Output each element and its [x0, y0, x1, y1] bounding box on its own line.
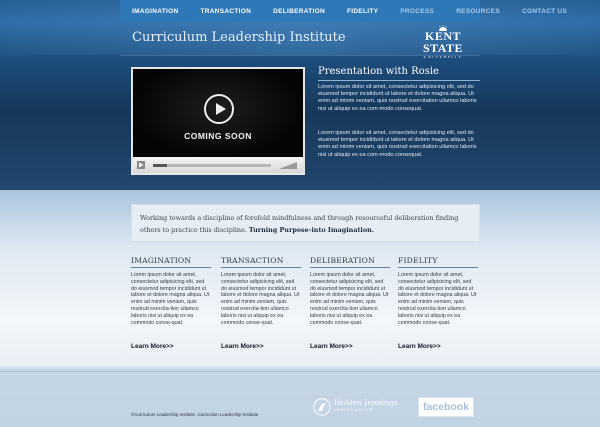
- footer-divider: [0, 371, 600, 372]
- nav-item-deliberation[interactable]: DELIBERATION: [261, 8, 325, 15]
- column-body: Lorem ipsum dolor sit amet, consectetur …: [221, 272, 300, 326]
- progress-fill: [153, 164, 168, 167]
- learn-more-fidelity-link[interactable]: Learn More>>: [398, 343, 441, 350]
- facebook-button[interactable]: facebook: [418, 397, 474, 417]
- page: IMAGINATION TRANSACTION DELIBERATION FID…: [0, 0, 600, 427]
- column-title: IMAGINATION: [131, 256, 211, 268]
- video-controls: [133, 157, 303, 173]
- nav-item-contact-us[interactable]: CONTACT US: [510, 8, 567, 15]
- nav-item-transaction[interactable]: TRANSACTION: [189, 8, 252, 15]
- column-body: Lorem ipsum dolor sit amet, consectetur …: [398, 272, 477, 326]
- column-transaction: TRANSACTION Lorem ipsum dolor sit amet, …: [221, 256, 301, 326]
- progress-track[interactable]: [153, 164, 271, 167]
- kent-state-sun-icon: [439, 25, 447, 31]
- nav-item-imagination[interactable]: IMAGINATION: [120, 8, 179, 15]
- presentation-paragraph: Lorem ipsum dolor sit amet, consectetur …: [318, 84, 477, 112]
- nav-item-process[interactable]: PROCESS: [388, 8, 434, 15]
- learn-more-transaction-link[interactable]: Learn More>>: [221, 343, 264, 350]
- nav-item-resources[interactable]: RESOURCES: [444, 8, 500, 15]
- mission-quote: Working towards a discipline of forefold…: [140, 212, 476, 236]
- video-player[interactable]: COMING SOON: [131, 67, 305, 175]
- holden-jennings-logo-icon[interactable]: [313, 398, 331, 416]
- learn-more-deliberation-link[interactable]: Learn More>>: [310, 343, 353, 350]
- kent-state-logo[interactable]: KENT STATE UNIVERSITY: [408, 25, 478, 59]
- nav-item-fidelity[interactable]: FIDELITY: [335, 8, 378, 15]
- main-nav: IMAGINATION TRANSACTION DELIBERATION FID…: [120, 0, 567, 22]
- column-title: DELIBERATION: [310, 256, 390, 268]
- site-title[interactable]: Curriculum Leadership Institute: [132, 30, 346, 45]
- presentation-title: Presentation with Rosie: [318, 66, 480, 81]
- play-button[interactable]: [204, 94, 234, 124]
- column-title: FIDELITY: [398, 256, 478, 268]
- quote-emphasis: Turning Purpose-into Imagination.: [248, 226, 374, 234]
- column-body: Lorem ipsum dolor sit amet, consectetur …: [310, 272, 389, 326]
- column-title: TRANSACTION: [221, 256, 301, 268]
- play-icon: [216, 103, 226, 115]
- column-imagination: IMAGINATION Lorem ipsum dolor sit amet, …: [131, 256, 211, 326]
- quote-box: Working towards a discipline of forefold…: [131, 204, 480, 242]
- learn-more-imagination-link[interactable]: Learn More>>: [131, 343, 174, 350]
- partner-tagline: INNOVATIVE: [334, 407, 374, 412]
- column-body: Lorem ipsum dolor sit amet, consectetur …: [131, 272, 210, 326]
- partner-name: Holden Jennings: [334, 398, 398, 407]
- header-divider: [120, 55, 480, 56]
- video-screen[interactable]: COMING SOON: [133, 69, 303, 157]
- copyright-text: ©Curriculum Leadership Institute. Curric…: [131, 412, 259, 417]
- coming-soon-label: COMING SOON: [184, 131, 252, 141]
- holden-jennings-brand[interactable]: Holden Jennings INNOVATIVE: [334, 399, 398, 413]
- column-deliberation: DELIBERATION Lorem ipsum dolor sit amet,…: [310, 256, 390, 326]
- presentation-paragraph: Lorem ipsum dolor sit amet, consectetur …: [318, 130, 477, 158]
- logo-wordmark: KENT STATE: [422, 29, 464, 55]
- column-fidelity: FIDELITY Lorem ipsum dolor sit amet, con…: [398, 256, 478, 326]
- volume-icon[interactable]: [279, 162, 297, 169]
- control-play-icon[interactable]: [137, 161, 145, 169]
